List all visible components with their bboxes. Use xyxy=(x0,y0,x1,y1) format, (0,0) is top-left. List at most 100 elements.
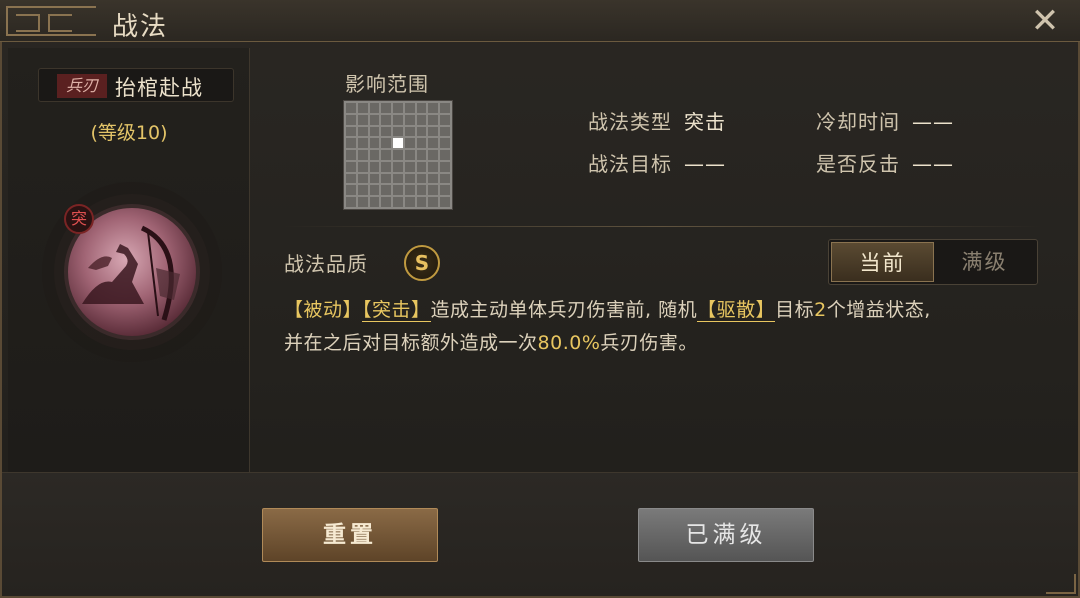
range-cell xyxy=(357,161,368,172)
range-cell xyxy=(440,173,450,184)
range-cell xyxy=(346,150,356,160)
range-cell xyxy=(357,150,368,160)
toggle-current[interactable]: 当前 xyxy=(831,242,934,282)
range-cell xyxy=(381,138,392,149)
attr-type: 战法类型 突击 xyxy=(588,106,726,135)
dialog-title: 战法 xyxy=(112,12,169,42)
range-cell xyxy=(369,161,380,172)
range-cell xyxy=(346,114,356,125)
desc-damage-rate: 80.0% xyxy=(537,332,601,354)
range-cell xyxy=(381,103,392,113)
range-cell xyxy=(369,197,380,207)
range-cell xyxy=(346,138,356,149)
range-cell xyxy=(346,185,356,196)
close-icon[interactable]: ✕ xyxy=(1028,4,1062,38)
maxed-level-button[interactable]: 已满级 xyxy=(638,508,814,562)
range-cell xyxy=(404,173,415,184)
range-cell xyxy=(428,103,439,113)
range-cell xyxy=(369,150,380,160)
range-cell xyxy=(393,126,403,137)
range-cell xyxy=(404,103,415,113)
range-cell xyxy=(440,114,450,125)
action-bar xyxy=(2,472,1078,596)
range-cell xyxy=(393,173,403,184)
range-cell xyxy=(440,161,450,172)
range-cell xyxy=(416,173,427,184)
range-cell xyxy=(404,197,415,207)
range-cell xyxy=(369,138,380,149)
range-cell xyxy=(381,197,392,207)
range-cell xyxy=(393,150,403,160)
section-divider xyxy=(282,226,1042,227)
range-cell xyxy=(393,197,403,207)
range-cell xyxy=(440,138,450,149)
range-cell xyxy=(440,103,450,113)
range-cell xyxy=(369,126,380,137)
range-cell xyxy=(428,173,439,184)
range-cell xyxy=(428,126,439,137)
range-cell xyxy=(357,103,368,113)
range-cell xyxy=(428,161,439,172)
range-cell xyxy=(369,114,380,125)
attr-type-value: 突击 xyxy=(684,110,726,134)
range-cell xyxy=(416,161,427,172)
skill-name-box: 兵刃 抬棺赴战 xyxy=(38,68,234,102)
corner-ornament xyxy=(1046,574,1076,594)
attr-cooldown-value: —— xyxy=(912,110,954,134)
range-cell xyxy=(428,197,439,207)
range-cell xyxy=(404,114,415,125)
attr-counter-label: 是否反击 xyxy=(816,152,900,176)
range-cell xyxy=(381,150,392,160)
range-cell-self xyxy=(393,138,403,149)
range-cell xyxy=(381,126,392,137)
desc-assault-tag[interactable]: 【突击】 xyxy=(362,299,431,322)
skill-name: 抬棺赴战 xyxy=(115,76,203,100)
range-cell xyxy=(346,103,356,113)
range-cell xyxy=(357,126,368,137)
range-cell xyxy=(369,173,380,184)
range-cell xyxy=(416,114,427,125)
desc-text: 造成主动单体兵刃伤害前, 随机 xyxy=(430,299,698,321)
range-cell xyxy=(381,173,392,184)
assault-type-badge: 突 xyxy=(64,204,94,234)
desc-text: 并在之后对目标额外造成一次 xyxy=(284,332,538,354)
desc-dispel-tag[interactable]: 【驱散】 xyxy=(697,299,776,322)
title-bar: 战法 ✕ xyxy=(0,0,1080,42)
range-cell xyxy=(357,114,368,125)
range-cell xyxy=(440,185,450,196)
title-ornament xyxy=(6,6,96,36)
range-cell xyxy=(369,103,380,113)
desc-text: 个增益状态, xyxy=(826,299,931,321)
range-cell xyxy=(428,114,439,125)
range-cell xyxy=(404,126,415,137)
range-cell xyxy=(440,126,450,137)
range-cell xyxy=(357,197,368,207)
quality-grade-badge: S xyxy=(404,245,440,281)
attr-cooldown: 冷却时间 —— xyxy=(816,106,954,135)
range-cell xyxy=(416,126,427,137)
attr-counter: 是否反击 —— xyxy=(816,148,954,177)
desc-text: 目标 xyxy=(775,299,815,321)
reset-button[interactable]: 重置 xyxy=(262,508,438,562)
range-cell xyxy=(416,150,427,160)
range-cell xyxy=(404,185,415,196)
range-cell xyxy=(428,138,439,149)
range-cell xyxy=(357,138,368,149)
level-toggle: 当前 满级 xyxy=(828,239,1038,285)
range-cell xyxy=(416,138,427,149)
range-cell xyxy=(357,185,368,196)
range-cell xyxy=(346,161,356,172)
range-cell xyxy=(381,185,392,196)
range-cell xyxy=(357,173,368,184)
attr-cooldown-label: 冷却时间 xyxy=(816,110,900,134)
toggle-max-level[interactable]: 满级 xyxy=(934,242,1035,282)
range-grid xyxy=(343,100,453,210)
range-label: 影响范围 xyxy=(345,72,429,96)
attr-target: 战法目标 —— xyxy=(588,148,726,177)
range-cell xyxy=(393,103,403,113)
range-cell xyxy=(381,114,392,125)
range-cell xyxy=(404,150,415,160)
skill-type-tag: 兵刃 xyxy=(57,74,107,98)
range-cell xyxy=(416,185,427,196)
range-cell xyxy=(346,126,356,137)
